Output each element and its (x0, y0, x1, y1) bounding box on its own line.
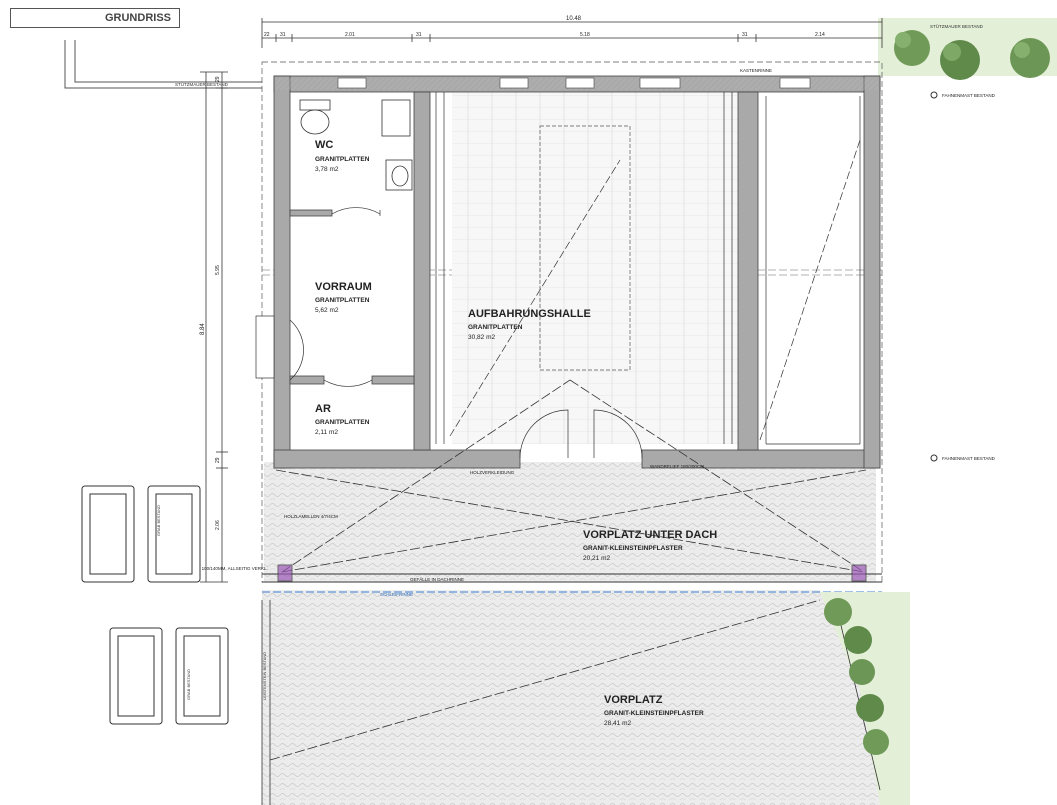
fahnenmast-top-label: FAHNENMAST BESTAND (942, 93, 996, 98)
holzverkleidung-label: HOLZVERKLEIDUNG (470, 470, 515, 475)
tree-top-3 (1010, 38, 1050, 78)
dim-left-2: 5.95 (215, 265, 221, 275)
dim-total-width: 10.48 (566, 16, 582, 22)
column-right (851, 564, 867, 582)
ar-material: GRANITPLATTEN (315, 419, 370, 426)
tree-top-1 (894, 30, 930, 66)
vorplatz-dach-area: 20,21 m2 (583, 555, 610, 562)
wandrelief-label: WANDRELIEF 180/200CM (650, 464, 704, 469)
wc-name: WC (315, 139, 333, 151)
dim-top-6: 31 (742, 32, 748, 38)
ar-area: 2,11 m2 (315, 429, 338, 436)
wc-area: 3,78 m2 (315, 166, 339, 173)
vorplatz-material: GRANIT-KLEINSTEINPFLASTER (604, 710, 704, 717)
dim-total-depth: 8.84 (200, 323, 206, 335)
grab-label-1: GRAB BESTAND (156, 505, 161, 536)
dimension-top (261, 18, 883, 48)
halle-name: AUFBAHRUNGSHALLE (468, 308, 591, 320)
retaining-wall-left (64, 40, 262, 89)
entrance-door (255, 315, 275, 379)
column-left (277, 564, 293, 582)
halle-area: 30,82 m2 (468, 334, 495, 341)
paving-forecourt (262, 590, 880, 805)
schleifrinne-label: SCHLEIFRINNE (380, 592, 413, 597)
vorraum-name: VORRAUM (315, 281, 372, 293)
holzlamellen-label: HOLZLAMELLEN 4/7/4CM (284, 514, 338, 519)
dim-top-3: 2.01 (345, 32, 355, 38)
vorraum-material: GRANITPLATTEN (315, 297, 370, 304)
dim-left-1: 29 (215, 76, 221, 82)
tree-top-2 (940, 40, 980, 80)
dim-top-2: 31 (280, 32, 286, 38)
stuetzmauer-right-label: STÜTZMAUER BESTAND (930, 23, 984, 29)
dim-top-7: 2.14 (815, 32, 825, 38)
dim-top-4: 31 (416, 32, 422, 38)
fahnenmast-bottom-label: FAHNENMAST BESTAND (942, 456, 996, 461)
dim-left-3: 29 (215, 457, 221, 463)
flagpole-bottom-icon (930, 454, 938, 462)
flagpole-top-icon (930, 91, 938, 99)
ar-name: AR (315, 403, 331, 415)
vorplatz-dach-name: VORPLATZ UNTER DACH (583, 529, 717, 541)
halle-material: GRANITPLATTEN (468, 324, 523, 331)
leistenstein-label: LEISTENSTEIN BESTAND (262, 652, 267, 700)
wc-material: GRANITPLATTEN (315, 156, 370, 163)
vorplatz-area: 28,41 m2 (604, 720, 631, 727)
vorplatz-name: VORPLATZ (604, 694, 663, 706)
floor-plan: STÜTZMAUER BESTAND STÜTZMAUER BESTAND 22… (64, 16, 1057, 805)
vorraum-area: 5,62 m2 (315, 307, 339, 314)
dim-top-1: 22 (264, 32, 270, 38)
vorplatz-dach-material: GRANIT-KLEINSTEINPFLASTER (583, 545, 683, 552)
hall-floor-tiles (452, 92, 738, 444)
gefaelle-label: GEFÄLLE IN DACHRINNE (410, 576, 464, 582)
dim-left-4: 2.06 (215, 520, 221, 530)
kastenrinne-label: KASTENRINNE (740, 68, 772, 73)
grab-label-2: GRAB BESTAND (186, 669, 191, 700)
dim-top-5: 5.18 (580, 32, 590, 38)
